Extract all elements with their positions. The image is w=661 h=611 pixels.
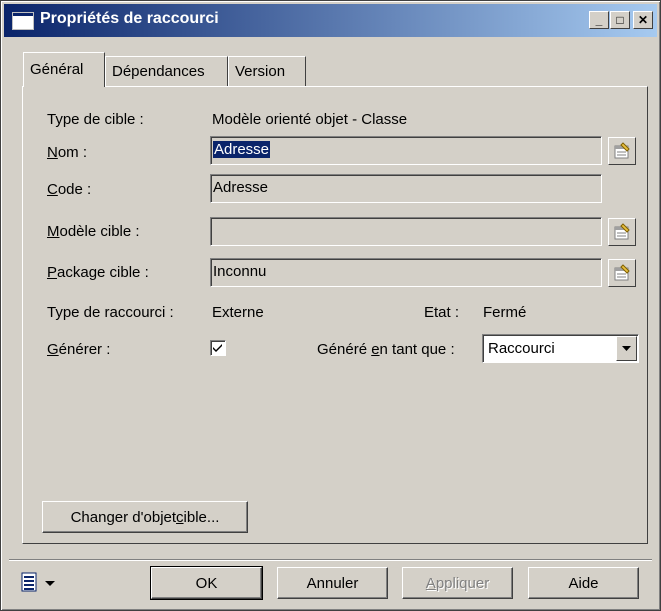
apply-label-mnemonic: A — [425, 574, 436, 592]
title-bar[interactable]: Propriétés de raccourci _ □ ✕ — [4, 4, 657, 37]
name-label-text: om : — [57, 144, 88, 161]
name-label: Nom : — [47, 144, 87, 161]
generate-label-text: énérer : — [58, 341, 111, 358]
tab-dependencies-label: Dépendances — [112, 63, 205, 80]
code-field-value: Adresse — [213, 179, 269, 196]
change-target-label-mnemonic: c — [176, 508, 184, 526]
code-field[interactable]: Adresse — [210, 174, 602, 203]
ok-button[interactable]: OK — [150, 566, 263, 600]
target-model-field[interactable] — [210, 217, 602, 246]
target-model-label: Modèle cible : — [47, 223, 140, 240]
tab-dependencies[interactable]: Dépendances — [105, 56, 228, 86]
cancel-button-label: Annuler — [306, 574, 359, 592]
generate-label-mnemonic: G — [47, 341, 59, 358]
target-type-value: Modèle orienté objet - Classe — [212, 111, 408, 128]
cancel-button[interactable]: Annuler — [277, 567, 388, 599]
properties-icon — [614, 223, 630, 240]
dialog-window: Propriétés de raccourci _ □ ✕ Général Dé… — [0, 0, 661, 611]
maximize-button[interactable]: □ — [610, 11, 630, 29]
close-button[interactable]: ✕ — [633, 11, 653, 29]
maximize-icon: □ — [616, 13, 624, 27]
name-field[interactable]: Adresse — [210, 136, 602, 165]
minimize-icon: _ — [595, 13, 603, 27]
name-label-mnemonic: N — [47, 144, 58, 161]
ok-button-label: OK — [195, 574, 218, 592]
change-target-button[interactable]: Changer d'objet c ible... — [42, 501, 248, 533]
help-button[interactable]: Aide — [528, 567, 639, 599]
target-package-label-mnemonic: P — [47, 264, 58, 281]
change-target-label-rest: ible... — [183, 508, 220, 526]
dropdown-button[interactable] — [616, 336, 637, 361]
generated-as-label: Généré en tant que : — [317, 341, 455, 358]
name-field-value: Adresse — [213, 141, 271, 158]
state-value: Fermé — [483, 304, 527, 321]
generate-checkbox[interactable] — [210, 340, 226, 356]
generated-as-label-pre: Généré — [317, 341, 372, 358]
properties-icon — [614, 264, 630, 281]
code-label-mnemonic: C — [47, 181, 58, 198]
target-package-field-value: Inconnu — [213, 263, 267, 280]
window-title: Propriétés de raccourci — [40, 10, 219, 27]
window-icon — [12, 12, 34, 30]
target-package-label-text: ackage cible : — [57, 264, 149, 281]
target-package-label: Package cible : — [47, 264, 149, 281]
state-label: Etat : — [424, 304, 460, 321]
name-properties-button[interactable] — [608, 137, 636, 165]
chevron-down-icon — [622, 346, 631, 351]
tab-version[interactable]: Version — [228, 56, 306, 86]
apply-button[interactable]: Appliquer — [402, 567, 513, 599]
generated-as-select[interactable]: Raccourci — [482, 334, 639, 363]
properties-icon — [614, 142, 630, 159]
target-type-label: Type de cible : — [47, 111, 144, 128]
generated-as-select-value: Raccourci — [488, 340, 555, 357]
list-options-icon — [21, 572, 55, 592]
footer-separator — [9, 559, 652, 561]
help-button-label: Aide — [568, 574, 599, 592]
minimize-button[interactable]: _ — [589, 11, 609, 29]
apply-label-rest: ppliquer — [435, 574, 490, 592]
generate-label: Générer : — [47, 341, 110, 358]
change-target-label-pre: Changer d'objet — [70, 508, 177, 526]
tab-version-label: Version — [235, 63, 286, 80]
target-model-label-text: odèle cible : — [59, 223, 140, 240]
target-model-properties-button[interactable] — [608, 218, 636, 246]
target-package-properties-button[interactable] — [608, 259, 636, 287]
close-icon: ✕ — [637, 13, 649, 27]
generated-as-label-rest: n tant que : — [379, 341, 455, 358]
checkmark-icon — [213, 344, 222, 352]
target-model-label-mnemonic: M — [47, 223, 60, 240]
tab-general-label: Général — [30, 61, 84, 78]
generated-as-label-mnemonic: e — [371, 341, 380, 358]
code-label-text: ode : — [57, 181, 92, 198]
code-label: Code : — [47, 181, 91, 198]
tab-general[interactable]: Général — [23, 52, 105, 87]
shortcut-type-label: Type de raccourci : — [47, 304, 174, 321]
shortcut-type-value: Externe — [212, 304, 264, 321]
target-package-field[interactable]: Inconnu — [210, 258, 602, 287]
